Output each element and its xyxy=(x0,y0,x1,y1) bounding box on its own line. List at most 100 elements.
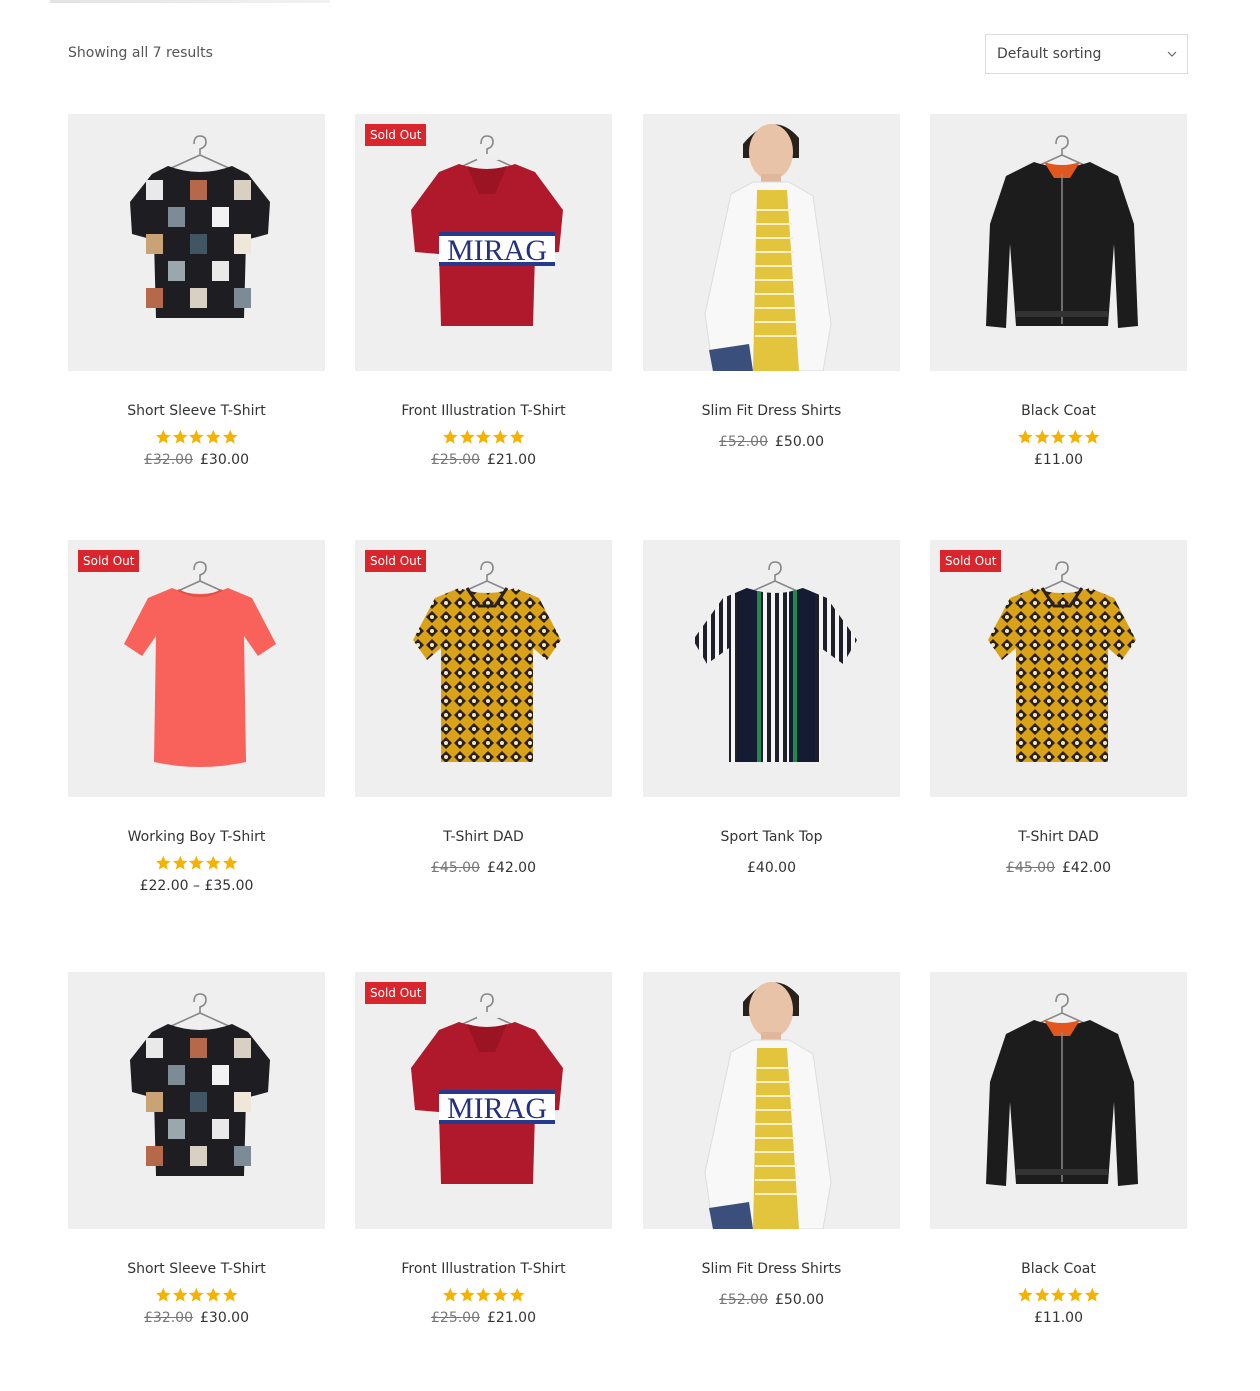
shop-toolbar: Showing all 7 results Default sorting xyxy=(68,34,1188,74)
star-icon xyxy=(492,1287,508,1302)
star-icon xyxy=(1017,1287,1033,1302)
product-title[interactable]: Front Illustration T-Shirt xyxy=(355,402,612,420)
product-price: £40.00 xyxy=(643,859,900,877)
product-price: £11.00 xyxy=(930,1309,1187,1327)
star-icon xyxy=(1067,1287,1083,1302)
star-rating xyxy=(930,429,1187,446)
star-rating xyxy=(355,429,612,446)
old-price: £32.00 xyxy=(144,1310,193,1326)
product-image[interactable] xyxy=(930,114,1187,371)
polo-mirag-icon: MIRAG xyxy=(411,993,563,1184)
current-price: £40.00 xyxy=(747,860,796,876)
sold-out-badge: Sold Out xyxy=(365,982,427,1004)
product-title[interactable]: Short Sleeve T-Shirt xyxy=(68,1260,325,1278)
product-card[interactable]: Black Coat £11.00 xyxy=(930,972,1187,1327)
star-icon xyxy=(476,429,491,444)
product-title[interactable]: Slim Fit Dress Shirts xyxy=(643,1260,900,1278)
star-icon xyxy=(222,1287,238,1302)
star-icon xyxy=(476,1287,491,1302)
product-title[interactable]: Black Coat xyxy=(930,402,1187,420)
product-title[interactable]: Working Boy T-Shirt xyxy=(68,828,325,846)
product-image[interactable]: MIRAG Sold Out xyxy=(355,972,612,1229)
product-image[interactable]: Sold Out xyxy=(355,540,612,797)
product-price: £52.00 £50.00 xyxy=(643,433,900,451)
sold-out-badge: Sold Out xyxy=(365,550,427,572)
product-price: £25.00 £21.00 xyxy=(355,1309,612,1327)
breadcrumb-sliver xyxy=(50,0,330,3)
star-icon xyxy=(442,429,458,444)
bomber-jacket-icon xyxy=(986,135,1138,328)
product-price: £52.00 £50.00 xyxy=(643,1291,900,1309)
product-image[interactable] xyxy=(643,114,900,371)
pattern-shirt-icon xyxy=(413,561,561,762)
product-title[interactable]: Black Coat xyxy=(930,1260,1187,1278)
product-title[interactable]: T-Shirt DAD xyxy=(355,828,612,846)
product-card[interactable]: Sold Out T-Shirt DAD £45.00 £42.00 xyxy=(930,540,1187,877)
current-price: £11.00 xyxy=(1034,452,1083,468)
star-icon xyxy=(509,429,525,444)
star-icon xyxy=(442,1287,458,1302)
current-price: £42.00 xyxy=(487,860,536,876)
product-card[interactable]: Sport Tank Top £40.00 xyxy=(643,540,900,877)
product-image[interactable]: MIRAG Sold Out xyxy=(355,114,612,371)
product-title[interactable]: Short Sleeve T-Shirt xyxy=(68,402,325,420)
old-price: £45.00 xyxy=(1006,860,1055,876)
star-icon xyxy=(459,429,475,444)
current-price: £50.00 xyxy=(775,434,824,450)
star-icon xyxy=(1034,1287,1050,1302)
star-rating xyxy=(68,855,325,872)
old-price: £32.00 xyxy=(144,452,193,468)
star-rating xyxy=(930,1287,1187,1304)
sold-out-badge: Sold Out xyxy=(940,550,1002,572)
product-card[interactable]: Sold Out T-Shirt DAD £45.00 £42.00 xyxy=(355,540,612,877)
old-price: £45.00 xyxy=(431,860,480,876)
tshirt-print-icon xyxy=(130,135,270,318)
sold-out-badge: Sold Out xyxy=(78,550,140,572)
tshirt-print-icon xyxy=(130,993,270,1176)
star-rating xyxy=(68,429,325,446)
current-price: £21.00 xyxy=(487,452,536,468)
result-count: Showing all 7 results xyxy=(68,45,213,61)
current-price: £30.00 xyxy=(200,1310,249,1326)
polo-mirag-icon: MIRAG xyxy=(411,135,563,326)
star-icon xyxy=(189,855,204,870)
product-title[interactable]: Slim Fit Dress Shirts xyxy=(643,402,900,420)
product-image[interactable] xyxy=(68,972,325,1229)
product-image[interactable] xyxy=(643,540,900,797)
sold-out-badge: Sold Out xyxy=(365,124,427,146)
sort-select-value: Default sorting xyxy=(997,46,1102,62)
product-price: £32.00 £30.00 xyxy=(68,451,325,469)
star-icon xyxy=(1051,429,1066,444)
product-card[interactable]: Short Sleeve T-Shirt £32.00 £30.00 xyxy=(68,114,325,469)
product-card[interactable]: MIRAG Sold Out Front Illustration T-Shirt… xyxy=(355,972,612,1327)
star-icon xyxy=(1084,1287,1100,1302)
product-card[interactable]: Black Coat £11.00 xyxy=(930,114,1187,469)
product-image[interactable] xyxy=(930,972,1187,1229)
current-price: £42.00 xyxy=(1062,860,1111,876)
product-title[interactable]: Front Illustration T-Shirt xyxy=(355,1260,612,1278)
star-icon xyxy=(205,855,221,870)
product-image[interactable] xyxy=(643,972,900,1229)
product-title[interactable]: Sport Tank Top xyxy=(643,828,900,846)
product-card[interactable]: Short Sleeve T-Shirt £32.00 £30.00 xyxy=(68,972,325,1327)
product-image[interactable] xyxy=(68,114,325,371)
product-card[interactable]: MIRAG Sold Out Front Illustration T-Shirt… xyxy=(355,114,612,469)
product-image[interactable]: Sold Out xyxy=(68,540,325,797)
star-icon xyxy=(1051,1287,1066,1302)
bomber-jacket-icon xyxy=(986,993,1138,1186)
product-card[interactable]: Slim Fit Dress Shirts £52.00 £50.00 xyxy=(643,114,900,451)
current-price: £50.00 xyxy=(775,1292,824,1308)
star-icon xyxy=(205,1287,221,1302)
product-price: £11.00 xyxy=(930,451,1187,469)
star-icon xyxy=(1017,429,1033,444)
sort-select[interactable]: Default sorting xyxy=(985,34,1188,74)
product-card[interactable]: Sold Out Working Boy T-Shirt £22.00 – £35… xyxy=(68,540,325,895)
current-price: £21.00 xyxy=(487,1310,536,1326)
product-card[interactable]: Slim Fit Dress Shirts £52.00 £50.00 xyxy=(643,972,900,1309)
current-price: £30.00 xyxy=(200,452,249,468)
star-icon xyxy=(222,429,238,444)
star-icon xyxy=(222,855,238,870)
product-title[interactable]: T-Shirt DAD xyxy=(930,828,1187,846)
product-price: £22.00 – £35.00 xyxy=(68,877,325,895)
product-image[interactable]: Sold Out xyxy=(930,540,1187,797)
